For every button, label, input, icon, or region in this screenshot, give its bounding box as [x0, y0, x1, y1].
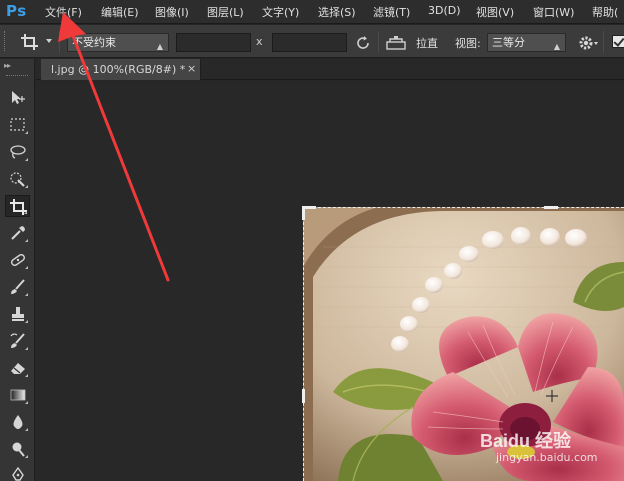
- crop-icon[interactable]: [20, 33, 40, 51]
- overlay-view-select[interactable]: 三等分 ▲: [487, 33, 566, 52]
- menu-image[interactable]: 图像(I): [155, 4, 189, 20]
- pen-tool[interactable]: [5, 464, 30, 481]
- divider: [59, 31, 60, 53]
- options-bar-grip[interactable]: [4, 31, 7, 51]
- watermark-brand: Baidu 经验: [480, 431, 572, 451]
- swap-icon[interactable]: [354, 34, 372, 52]
- move-tool[interactable]: [5, 87, 30, 109]
- chevron-updown-icon: ▲: [553, 42, 560, 51]
- menu-help[interactable]: 帮助(: [592, 4, 618, 20]
- gradient-tool[interactable]: [5, 384, 30, 406]
- marquee-tool[interactable]: [5, 114, 30, 136]
- blur-tool[interactable]: [5, 411, 30, 433]
- menu-bar: Ps 文件(F) 编辑(E) 图像(I) 图层(L) 文字(Y) 选择(S) 滤…: [0, 0, 624, 24]
- delete-cropped-pixels-checkbox[interactable]: [612, 35, 624, 48]
- menu-layer[interactable]: 图层(L): [207, 4, 244, 20]
- menu-select[interactable]: 选择(S): [318, 4, 356, 20]
- view-label: 视图:: [455, 37, 481, 50]
- gear-icon[interactable]: [577, 34, 599, 52]
- tools-panel-grip[interactable]: [6, 75, 28, 78]
- crop-width-field[interactable]: [176, 33, 251, 52]
- eyedropper-tool[interactable]: [5, 222, 30, 244]
- document-tab-title: l.jpg @ 100%(RGB/8#) *: [51, 63, 186, 76]
- ratio-preset-value: 不受约束: [72, 36, 116, 49]
- document-tab[interactable]: l.jpg @ 100%(RGB/8#) * ×: [41, 59, 201, 80]
- photoshop-logo: Ps: [6, 2, 27, 20]
- menu-window[interactable]: 窗口(W): [533, 4, 574, 20]
- eraser-tool[interactable]: [5, 357, 30, 379]
- chevron-updown-icon: ▲: [156, 42, 163, 51]
- brush-tool[interactable]: [5, 276, 30, 298]
- quick-selection-tool[interactable]: [5, 168, 30, 190]
- baidu-watermark: Baidu 经验 jingyan.baidu.com: [480, 425, 620, 475]
- divider: [378, 31, 379, 53]
- close-icon[interactable]: ×: [187, 62, 196, 75]
- canvas-area[interactable]: Baidu 经验 jingyan.baidu.com: [36, 81, 624, 481]
- tools-panel: ▸▸: [0, 59, 35, 481]
- crop-handle-top-middle[interactable]: [544, 206, 558, 209]
- crop-tool[interactable]: [5, 195, 30, 217]
- ratio-preset-select[interactable]: 不受约束 ▲: [67, 33, 169, 52]
- menu-3d[interactable]: 3D(D): [428, 4, 461, 17]
- crop-handle-top-left[interactable]: [302, 206, 305, 220]
- overlay-view-value: 三等分: [492, 36, 525, 49]
- menu-filter[interactable]: 滤镜(T): [373, 4, 410, 20]
- crop-handle-middle-left[interactable]: [302, 389, 305, 403]
- collapse-panel-icon[interactable]: ▸▸: [4, 61, 11, 70]
- history-brush-tool[interactable]: [5, 330, 30, 352]
- dodge-tool[interactable]: [5, 438, 30, 460]
- clone-stamp-tool[interactable]: [5, 303, 30, 325]
- tool-preset-caret-icon[interactable]: [46, 39, 52, 43]
- healing-brush-tool[interactable]: [5, 249, 30, 271]
- options-bar: 不受约束 ▲ x 拉直 视图: 三等分 ▲: [0, 25, 624, 58]
- lasso-tool[interactable]: [5, 141, 30, 163]
- menu-view[interactable]: 视图(V): [476, 4, 514, 20]
- menu-file[interactable]: 文件(F): [45, 4, 82, 20]
- document-tab-strip: l.jpg @ 100%(RGB/8#) * ×: [36, 59, 624, 80]
- menu-type[interactable]: 文字(Y): [262, 4, 299, 20]
- straighten-icon[interactable]: [385, 34, 407, 52]
- straighten-label[interactable]: 拉直: [416, 35, 438, 51]
- pen-icon: [12, 467, 24, 481]
- divider: [603, 31, 604, 53]
- move-icon: [12, 91, 25, 104]
- dimension-separator: x: [256, 35, 263, 48]
- crop-height-field[interactable]: [272, 33, 347, 52]
- watermark-url: jingyan.baidu.com: [496, 451, 598, 464]
- menu-edit[interactable]: 编辑(E): [101, 4, 139, 20]
